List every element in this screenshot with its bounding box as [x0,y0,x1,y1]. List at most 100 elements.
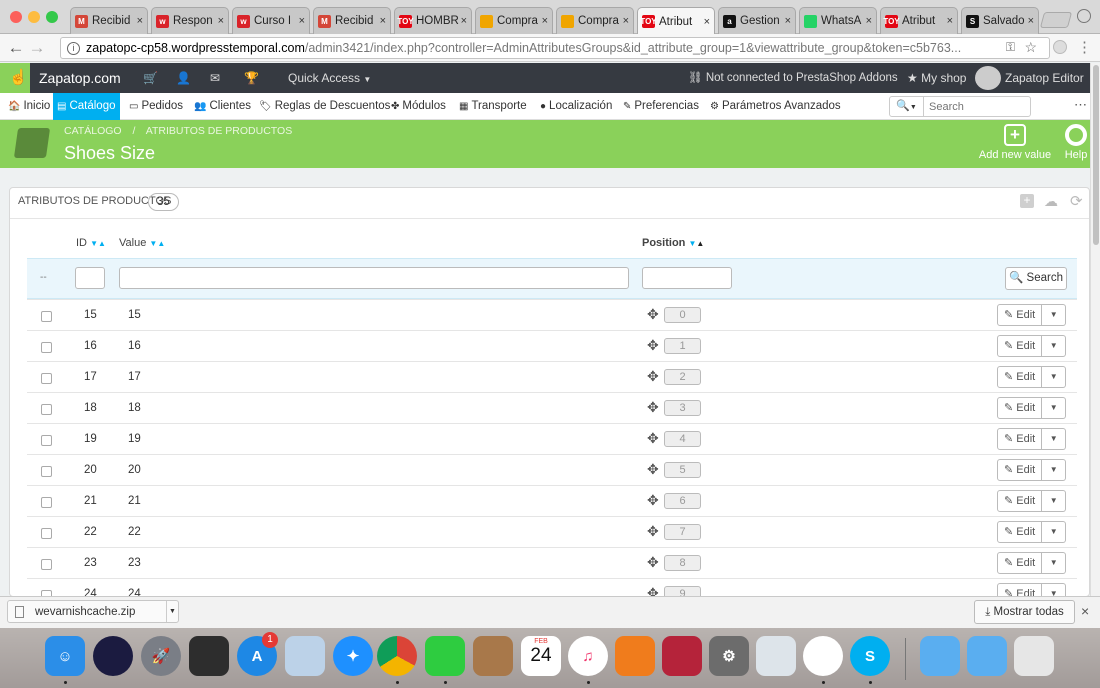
caret-down-icon[interactable]: ▼ [166,601,178,622]
documents-folder-icon[interactable] [967,636,1007,676]
browser-tab[interactable]: Compra × [475,7,553,34]
filter-position-input[interactable] [642,267,732,289]
trophy-icon[interactable]: 🏆 [244,63,259,93]
finder-icon[interactable]: ☺ [45,636,85,676]
row-checkbox[interactable] [41,342,52,353]
row-actions-dropdown[interactable]: ▼ [1042,428,1067,450]
row-checkbox[interactable] [41,466,52,477]
close-tab-icon[interactable]: × [461,15,467,27]
cloud-upload-icon[interactable]: ☁ [1044,193,1058,210]
row-checkbox[interactable] [41,435,52,446]
browser-tab[interactable]: M Recibid × [313,7,391,34]
row-checkbox[interactable] [41,528,52,539]
search-type-dropdown[interactable]: 🔍▼ [890,97,924,116]
safari-icon[interactable]: ✦ [333,636,373,676]
back-arrow-icon[interactable]: ← [6,38,26,58]
facetime-icon[interactable] [425,636,465,676]
cart-icon[interactable]: 🛒 [143,63,158,93]
photo-booth-icon[interactable] [662,636,702,676]
row-actions-dropdown[interactable]: ▼ [1042,304,1067,326]
logo[interactable]: ☝ [0,63,30,93]
chrome-icon[interactable] [377,636,417,676]
ibooks-icon[interactable] [615,636,655,676]
breadcrumb-catalog[interactable]: CATÁLOGO [64,125,122,137]
drag-handle-icon[interactable]: ✥ [647,430,659,447]
help-button[interactable]: Help [1062,124,1090,161]
edit-button[interactable]: ✎ Edit [997,397,1043,419]
mail-icon[interactable] [285,636,325,676]
zoom-window-icon[interactable] [46,11,58,23]
browser-tab[interactable]: WhatsA × [799,7,877,34]
row-actions-dropdown[interactable]: ▼ [1042,459,1067,481]
menu-item-m-dulos[interactable]: ✤ Módulos [387,93,450,120]
close-icon[interactable]: × [1081,603,1089,619]
launchpad-icon[interactable]: 🚀 [141,636,181,676]
browser-tab[interactable]: TOY Atribut × [637,7,715,35]
sort-desc-icon[interactable]: ▼ [90,239,98,248]
drag-handle-icon[interactable]: ✥ [647,461,659,478]
search-button[interactable]: 🔍 Search [1005,267,1067,290]
brand-name[interactable]: Zapatop.com [39,63,121,93]
close-tab-icon[interactable]: × [380,15,386,27]
system-preferences-icon[interactable]: ⚙ [709,636,749,676]
row-checkbox[interactable] [41,373,52,384]
sort-asc-icon[interactable]: ▲ [98,239,106,248]
preview-icon[interactable] [756,636,796,676]
page-scrollbar[interactable] [1090,63,1100,596]
profile-icon[interactable] [1077,9,1091,23]
menu-item-reglas-de-descuentos[interactable]: 🏷 Reglas de Descuentos [255,93,394,120]
sort-asc-icon[interactable]: ▲ [696,239,704,248]
extension-icon[interactable] [1053,40,1067,54]
photos-icon[interactable] [803,636,843,676]
filter-id-input[interactable] [75,267,105,289]
edit-button[interactable]: ✎ Edit [997,459,1043,481]
contacts-icon[interactable] [473,636,513,676]
info-icon[interactable]: i [67,41,80,55]
menu-item-cat-logo[interactable]: ▤ Catálogo [53,93,120,120]
close-tab-icon[interactable]: × [137,15,143,27]
refresh-icon[interactable]: ⟳ [1070,192,1083,210]
browser-tab[interactable]: TOY Atribut × [880,7,958,34]
skype-icon[interactable]: S [850,636,890,676]
menu-item-pedidos[interactable]: ▭ Pedidos [125,93,187,120]
trash-icon[interactable] [1014,636,1054,676]
minimize-window-icon[interactable] [28,11,40,23]
edit-button[interactable]: ✎ Edit [997,335,1043,357]
close-tab-icon[interactable]: × [299,15,305,27]
breadcrumb-attributes[interactable]: ATRIBUTOS DE PRODUCTOS [146,125,292,137]
download-item[interactable]: wevarnishcache.zip ▼ [7,600,179,623]
drag-handle-icon[interactable]: ✥ [647,306,659,323]
add-icon[interactable]: + [1020,194,1034,208]
siri-icon[interactable] [93,636,133,676]
row-actions-dropdown[interactable]: ▼ [1042,583,1067,596]
sort-asc-icon[interactable]: ▲ [157,239,165,248]
add-new-value-button[interactable]: + Add new value [975,124,1055,161]
menu-item-preferencias[interactable]: ✎ Preferencias [619,93,703,120]
search-input[interactable] [924,97,1028,116]
edit-button[interactable]: ✎ Edit [997,583,1043,596]
drag-handle-icon[interactable]: ✥ [647,337,659,354]
menu-item-localizaci-n[interactable]: ● Localización [536,93,616,120]
envelope-icon[interactable]: ✉ [210,63,220,93]
menu-kebab-icon[interactable]: ⋮ [1077,38,1092,56]
forward-arrow-icon[interactable]: → [27,38,47,58]
edit-button[interactable]: ✎ Edit [997,490,1043,512]
star-icon[interactable]: ☆ [1024,39,1037,56]
edit-button[interactable]: ✎ Edit [997,304,1043,326]
close-tab-icon[interactable]: × [1028,15,1034,27]
user-icon[interactable]: 👤 [176,63,191,93]
applications-folder-icon[interactable] [920,636,960,676]
row-checkbox[interactable] [41,559,52,570]
row-actions-dropdown[interactable]: ▼ [1042,335,1067,357]
edit-button[interactable]: ✎ Edit [997,521,1043,543]
show-all-downloads-button[interactable]: ⤓ Mostrar todas [974,600,1075,624]
close-tab-icon[interactable]: × [947,15,953,27]
menu-item-transporte[interactable]: ▦ Transporte [455,93,531,120]
filter-value-input[interactable] [119,267,629,289]
drag-handle-icon[interactable]: ✥ [647,554,659,571]
calendar-icon[interactable]: FEB 24 [521,636,561,676]
addons-status[interactable]: ⛓ Not connected to PrestaShop Addons [688,63,898,93]
itunes-icon[interactable]: ♫ [568,636,608,676]
close-tab-icon[interactable]: × [218,15,224,27]
browser-tab[interactable]: Compra × [556,7,634,34]
